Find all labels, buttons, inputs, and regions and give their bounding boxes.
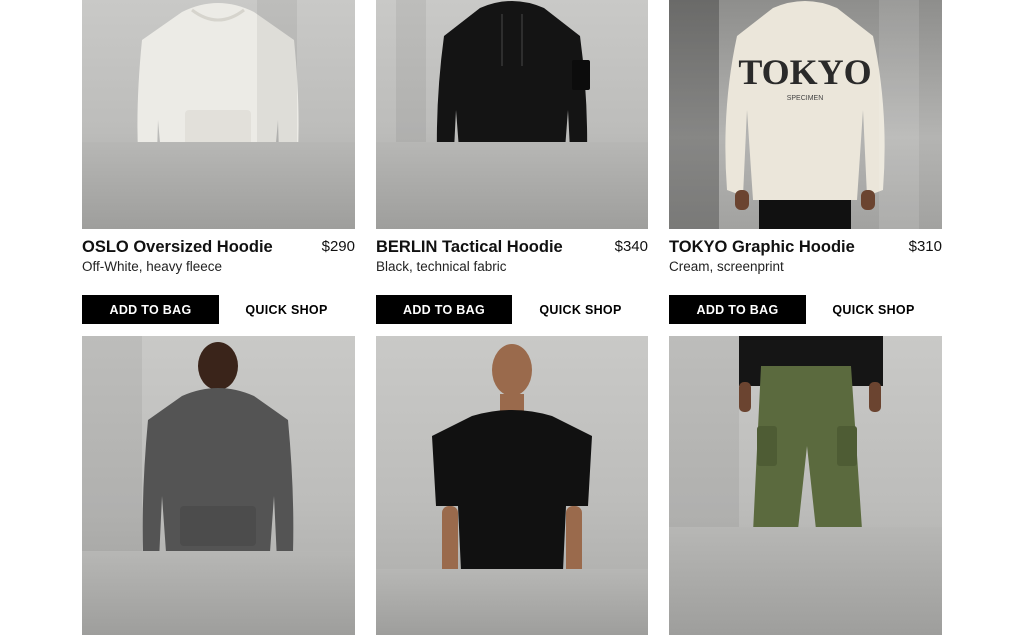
product-card-berlin[interactable]: BERLIN Tactical Hoodie $340 Black, techn…: [376, 0, 648, 324]
graphic-print-small: SPECIMEN: [787, 95, 824, 102]
graphic-print-main: TOKYO: [738, 52, 871, 92]
product-description: Cream, screenprint: [669, 259, 784, 274]
product-grid: OSLO Oversized Hoodie $290 Off-White, he…: [0, 0, 1024, 635]
add-to-bag-button[interactable]: ADD TO BAG: [376, 295, 512, 324]
product-name[interactable]: OSLO Oversized Hoodie: [82, 238, 273, 257]
quick-shop-button[interactable]: QUICK SHOP: [218, 295, 355, 324]
product-card-tokyo[interactable]: TOKYO SPECIMEN TOKYO Graphic Hoodie $310…: [669, 0, 942, 324]
add-to-bag-button[interactable]: ADD TO BAG: [82, 295, 219, 324]
product-image-charcoal-hoodie[interactable]: [82, 336, 355, 635]
product-price: $310: [908, 238, 942, 255]
product-image-black-tee[interactable]: [376, 336, 648, 635]
product-description: Off-White, heavy fleece: [82, 259, 223, 274]
product-image-oslo[interactable]: [82, 0, 355, 229]
product-description: Black, technical fabric: [376, 259, 507, 274]
product-price: $290: [321, 238, 355, 255]
product-image-olive-cargo[interactable]: [669, 336, 942, 635]
product-card-charcoal-hoodie[interactable]: [82, 336, 355, 635]
quick-shop-button[interactable]: QUICK SHOP: [805, 295, 942, 324]
product-price: $340: [614, 238, 648, 255]
product-image-tokyo[interactable]: TOKYO SPECIMEN: [669, 0, 942, 229]
product-name[interactable]: TOKYO Graphic Hoodie: [669, 238, 855, 257]
product-image-berlin[interactable]: [376, 0, 648, 229]
quick-shop-button[interactable]: QUICK SHOP: [512, 295, 649, 324]
product-card-oslo[interactable]: OSLO Oversized Hoodie $290 Off-White, he…: [82, 0, 355, 324]
product-name[interactable]: BERLIN Tactical Hoodie: [376, 238, 563, 257]
product-card-black-tee[interactable]: [376, 336, 648, 635]
add-to-bag-button[interactable]: ADD TO BAG: [669, 295, 806, 324]
product-card-olive-cargo[interactable]: [669, 336, 942, 635]
